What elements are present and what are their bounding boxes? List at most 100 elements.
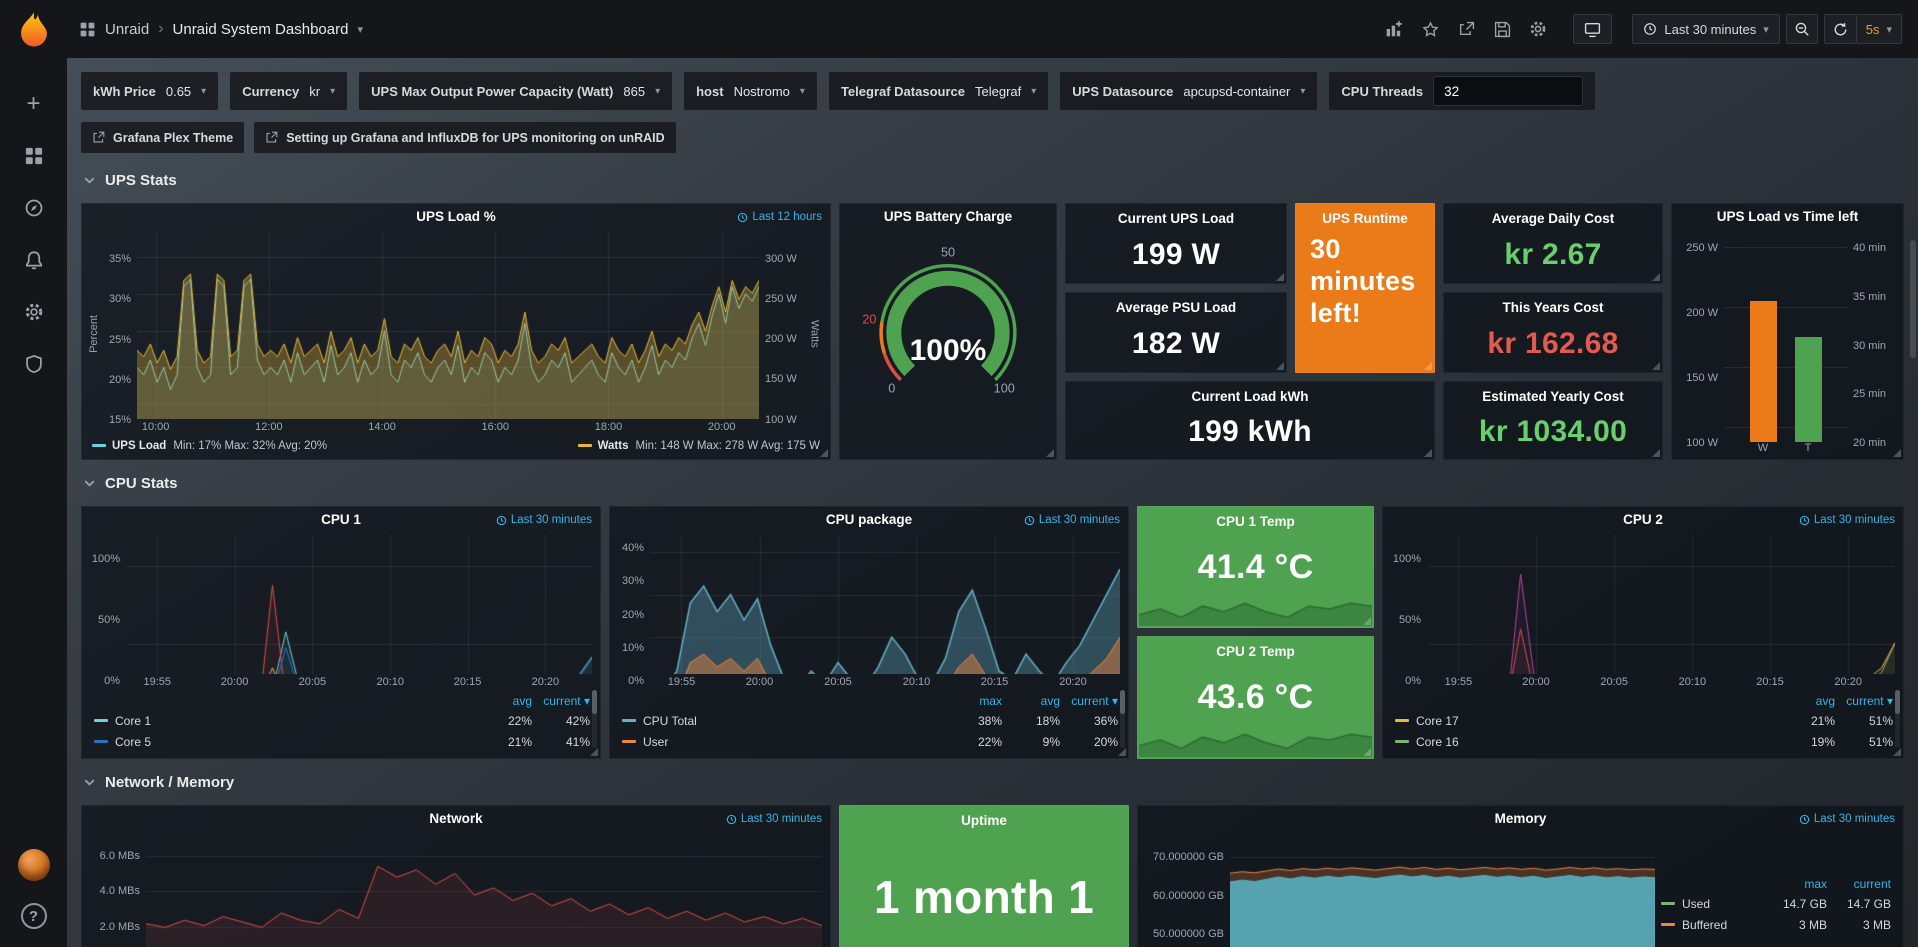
panel-title[interactable]: CPU 1 Temp bbox=[1216, 514, 1295, 529]
bar-T[interactable] bbox=[1795, 337, 1822, 442]
variable-label: kWh Price bbox=[93, 84, 156, 99]
legend-row[interactable]: Core 521%41% bbox=[94, 731, 590, 752]
bar-W[interactable] bbox=[1750, 301, 1777, 442]
network-chart[interactable] bbox=[146, 834, 822, 947]
dashboard-dropdown-caret[interactable]: ▾ bbox=[357, 23, 363, 36]
legend-item[interactable]: UPS LoadMin: 17% Max: 32% Avg: 20% bbox=[92, 440, 327, 452]
create-plus-icon[interactable]: + bbox=[22, 92, 46, 116]
dashboard-title[interactable]: Unraid System Dashboard bbox=[173, 21, 349, 38]
external-link-icon bbox=[265, 131, 278, 144]
variable-value: Telegraf bbox=[975, 84, 1021, 99]
panel-title[interactable]: UPS Battery Charge bbox=[840, 204, 1056, 230]
legend-row[interactable]: Core 1619%51% bbox=[1395, 731, 1893, 752]
save-icon[interactable] bbox=[1487, 14, 1517, 44]
panel-network: Network Last 30 minutes 2.0 MBs4.0 MBs6.… bbox=[81, 805, 831, 947]
grafana-logo[interactable] bbox=[15, 10, 53, 48]
section-network-memory[interactable]: Network / Memory bbox=[81, 759, 1904, 805]
panel-title[interactable]: UPS Load vs Time left bbox=[1672, 204, 1903, 230]
panel-time-range[interactable]: Last 30 minutes bbox=[1024, 514, 1120, 526]
panel-title[interactable]: This Years Cost bbox=[1502, 300, 1603, 315]
legend-row[interactable]: Used14.7 GB14.7 GB bbox=[1661, 893, 1891, 914]
y-axis-left: 100 W150 W200 W250 W bbox=[1676, 232, 1724, 459]
legend-row[interactable]: User22%9%20% bbox=[622, 731, 1118, 752]
link-ups-monitoring-guide[interactable]: Setting up Grafana and InfluxDB for UPS … bbox=[254, 122, 675, 153]
share-icon[interactable] bbox=[1451, 14, 1481, 44]
page-scrollbar[interactable] bbox=[1910, 240, 1916, 358]
variable-currency[interactable]: Currency kr ▾ bbox=[230, 72, 347, 110]
panel-title[interactable]: UPS Runtime bbox=[1322, 211, 1408, 226]
cycle-view-button[interactable] bbox=[1573, 14, 1612, 44]
y-axis-left: 0%10%20%30%40% bbox=[614, 535, 650, 691]
panel-title[interactable]: Network bbox=[82, 806, 830, 832]
stat-value: 30 minutes left! bbox=[1296, 234, 1434, 372]
refresh-interval-label: 5s bbox=[1866, 22, 1880, 37]
panel-title[interactable]: CPU 2 Temp bbox=[1216, 644, 1295, 659]
panel-title[interactable]: Current Load kWh bbox=[1192, 389, 1309, 404]
panel-title[interactable]: Current UPS Load bbox=[1118, 211, 1234, 226]
cpu1-temp-sparkline bbox=[1139, 592, 1372, 626]
variable-host[interactable]: host Nostromo ▾ bbox=[684, 72, 817, 110]
panel-title[interactable]: UPS Load % bbox=[82, 204, 830, 230]
settings-gear-icon[interactable] bbox=[1523, 14, 1553, 44]
legend-row[interactable]: Buffered3 MB3 MB bbox=[1661, 914, 1891, 935]
legend-scrollbar[interactable] bbox=[1120, 690, 1125, 748]
legend-item[interactable]: WattsMin: 148 W Max: 278 W Avg: 175 W bbox=[578, 440, 820, 452]
user-avatar[interactable] bbox=[18, 849, 50, 881]
variable-ups-datasource[interactable]: UPS Datasource apcupsd-container ▾ bbox=[1060, 72, 1317, 110]
dashboards-icon[interactable] bbox=[22, 144, 46, 168]
apps-grid-icon[interactable] bbox=[79, 21, 96, 38]
legend-row[interactable]: Core 122%42% bbox=[94, 710, 590, 731]
panel-time-range[interactable]: Last 30 minutes bbox=[1799, 514, 1895, 526]
add-panel-icon[interactable] bbox=[1379, 14, 1409, 44]
configuration-gear-icon[interactable] bbox=[22, 300, 46, 324]
legend-row[interactable]: Core 1721%51% bbox=[1395, 710, 1893, 731]
breadcrumb-root[interactable]: Unraid bbox=[105, 21, 149, 38]
battery-gauge[interactable]: 02050100 100% bbox=[840, 238, 1056, 411]
section-ups-stats[interactable]: UPS Stats bbox=[81, 157, 1904, 203]
star-icon[interactable] bbox=[1415, 14, 1445, 44]
y-axis-left: 50.000000 GB60.000000 GB70.000000 GB bbox=[1142, 834, 1230, 947]
legend-scrollbar[interactable] bbox=[592, 690, 597, 748]
panel-title[interactable]: Average PSU Load bbox=[1116, 300, 1236, 315]
zoom-out-button[interactable] bbox=[1786, 14, 1818, 44]
alerting-bell-icon[interactable] bbox=[22, 248, 46, 272]
panel-time-range[interactable]: Last 12 hours bbox=[737, 211, 822, 223]
section-cpu-stats[interactable]: CPU Stats bbox=[81, 460, 1904, 506]
memory-chart[interactable] bbox=[1230, 834, 1655, 947]
variable-ups-max-output[interactable]: UPS Max Output Power Capacity (Watt) 865… bbox=[359, 72, 672, 110]
variable-kwh-price[interactable]: kWh Price 0.65 ▾ bbox=[81, 72, 218, 110]
caret-down-icon: ▾ bbox=[655, 86, 660, 97]
cpu-package-chart[interactable] bbox=[650, 535, 1120, 674]
stat-value: 1 month 1 bbox=[874, 870, 1094, 947]
x-axis: 19:5520:0020:0520:1020:1520:20 bbox=[1427, 674, 1895, 691]
variable-value: 865 bbox=[623, 84, 645, 99]
variable-value: apcupsd-container bbox=[1183, 84, 1290, 99]
link-grafana-plex-theme[interactable]: Grafana Plex Theme bbox=[81, 122, 244, 153]
refresh-button[interactable] bbox=[1824, 14, 1857, 44]
ups-load-chart[interactable] bbox=[137, 232, 759, 419]
variable-telegraf-datasource[interactable]: Telegraf Datasource Telegraf ▾ bbox=[829, 72, 1048, 110]
server-admin-shield-icon[interactable] bbox=[22, 352, 46, 376]
panel-time-range[interactable]: Last 30 minutes bbox=[726, 813, 822, 825]
legend-scrollbar[interactable] bbox=[1895, 690, 1900, 748]
panel-title[interactable]: Estimated Yearly Cost bbox=[1482, 389, 1624, 404]
panel-time-range[interactable]: Last 30 minutes bbox=[1799, 813, 1895, 825]
refresh-interval-dropdown[interactable]: 5s ▾ bbox=[1857, 14, 1902, 44]
panel-time-range[interactable]: Last 30 minutes bbox=[496, 514, 592, 526]
explore-compass-icon[interactable] bbox=[22, 196, 46, 220]
chevron-down-icon bbox=[83, 477, 96, 490]
panel-title[interactable]: Uptime bbox=[961, 813, 1007, 828]
timepicker-button[interactable]: Last 30 minutes ▾ bbox=[1632, 14, 1779, 44]
help-icon[interactable]: ? bbox=[21, 903, 47, 929]
section-title: Network / Memory bbox=[105, 774, 234, 791]
panel-title[interactable]: Average Daily Cost bbox=[1492, 211, 1615, 226]
ups-bars-chart[interactable] bbox=[1724, 232, 1847, 442]
cpu2-chart[interactable] bbox=[1427, 535, 1895, 674]
cpu-threads-input[interactable] bbox=[1433, 76, 1583, 106]
clock-icon bbox=[1799, 515, 1810, 526]
legend-row[interactable]: CPU Total38%18%36% bbox=[622, 710, 1118, 731]
cpu1-chart[interactable] bbox=[126, 535, 592, 674]
panel-title[interactable]: Memory bbox=[1138, 806, 1903, 832]
timepicker-caret: ▾ bbox=[1763, 23, 1769, 36]
caret-down-icon: ▾ bbox=[1031, 86, 1036, 97]
